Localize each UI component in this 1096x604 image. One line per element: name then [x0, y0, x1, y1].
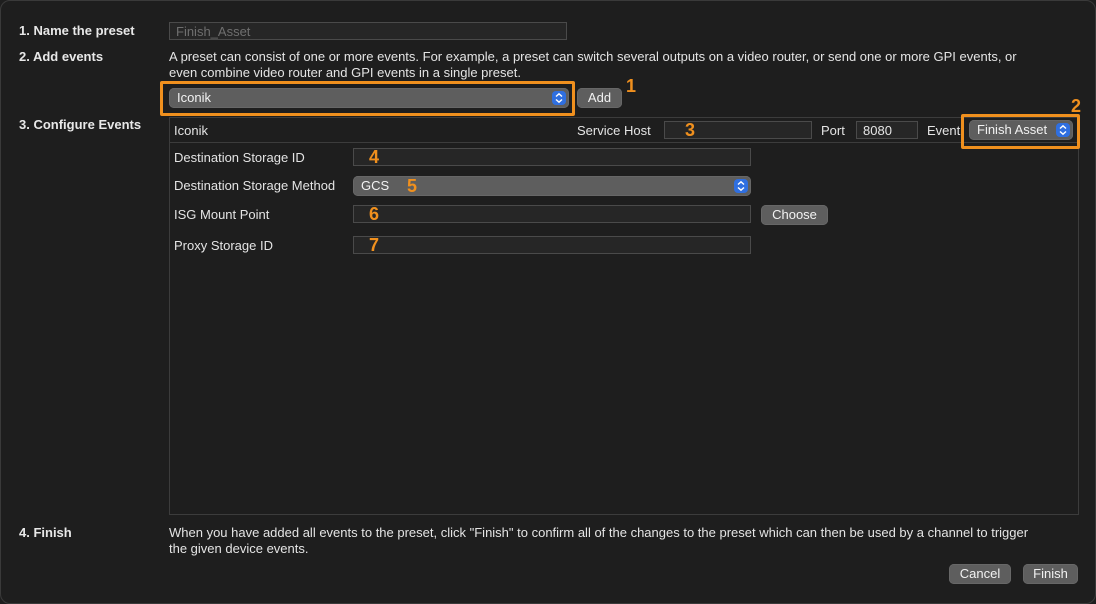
callout-number-4: 4 [369, 147, 380, 167]
preset-name-field[interactable]: Finish_Asset [169, 22, 567, 40]
step-configure-label: 3. Configure Events [19, 117, 142, 132]
step-add-label: 2. Add events [19, 49, 104, 64]
choose-button[interactable]: Choose [761, 205, 828, 225]
step-finish-label: 4. Finish [19, 525, 72, 540]
port-label: Port [821, 123, 845, 138]
service-host-label: Service Host [577, 123, 651, 138]
port-field[interactable]: 8080 [856, 121, 918, 139]
updown-chevron-icon [734, 179, 748, 193]
callout-box-2 [961, 114, 1080, 149]
cancel-button[interactable]: Cancel [949, 564, 1011, 584]
step-name-label: 1. Name the preset [19, 23, 135, 38]
event-label: Event [927, 123, 961, 138]
destination-storage-id-field[interactable] [353, 148, 751, 166]
callout-number-6: 6 [369, 204, 380, 224]
event-device-name: Iconik [174, 123, 208, 138]
callout-number-1: 1 [626, 76, 637, 96]
preset-dialog: 1. Name the preset 2. Add events 3. Conf… [0, 0, 1096, 604]
callout-number-2: 2 [1071, 96, 1082, 116]
finish-button[interactable]: Finish [1023, 564, 1078, 584]
callout-number-5: 5 [407, 176, 418, 196]
add-events-description-line2: even combine video router and GPI events… [169, 65, 521, 80]
isg-mount-point-field[interactable] [353, 205, 751, 223]
add-button[interactable]: Add [577, 88, 622, 108]
destination-storage-id-label: Destination Storage ID [174, 150, 305, 165]
add-events-description-line1: A preset can consist of one or more even… [169, 49, 1017, 64]
event-settings-area [169, 142, 1079, 515]
finish-description-line2: the given device events. [169, 541, 309, 556]
destination-storage-method-value: GCS [361, 178, 390, 193]
finish-description-line1: When you have added all events to the pr… [169, 525, 1029, 540]
callout-box-1 [160, 81, 575, 116]
callout-number-3: 3 [685, 120, 696, 140]
proxy-storage-id-label: Proxy Storage ID [174, 238, 273, 253]
callout-number-7: 7 [369, 235, 380, 255]
isg-mount-point-label: ISG Mount Point [174, 207, 270, 222]
proxy-storage-id-field[interactable] [353, 236, 751, 254]
destination-storage-method-label: Destination Storage Method [174, 178, 336, 193]
